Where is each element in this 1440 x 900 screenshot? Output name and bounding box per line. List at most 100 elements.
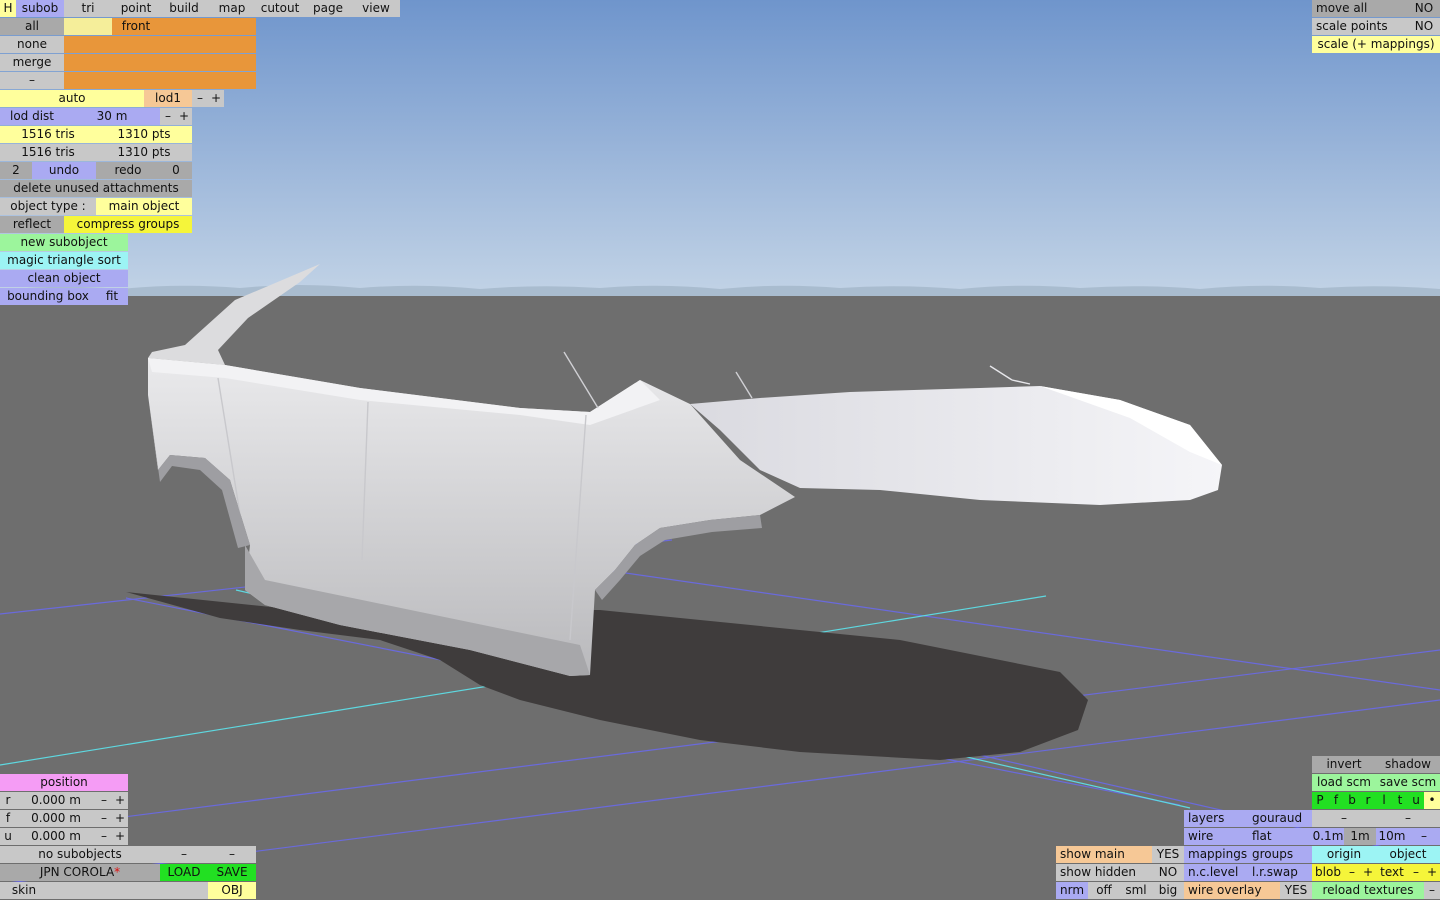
invert-button[interactable]: invert xyxy=(1312,756,1376,773)
help-button[interactable]: H xyxy=(0,0,16,17)
layers-button[interactable]: layers xyxy=(1184,810,1248,827)
scale-points-value[interactable]: NO xyxy=(1408,18,1440,35)
subobject-slot[interactable] xyxy=(208,18,256,35)
undo-button[interactable]: undo xyxy=(32,162,96,179)
grid-1m-button[interactable]: 1m xyxy=(1344,828,1376,845)
view-back-button[interactable]: b xyxy=(1344,792,1360,809)
position-f-plus[interactable]: + xyxy=(112,810,128,827)
lod-plus-button[interactable]: + xyxy=(208,90,224,107)
select-all-button[interactable]: all xyxy=(0,18,64,35)
position-u-plus[interactable]: + xyxy=(112,828,128,845)
tab-map[interactable]: map xyxy=(208,0,256,17)
select-none-button[interactable]: none xyxy=(0,36,64,53)
grid-minus-button[interactable]: – xyxy=(1408,828,1440,845)
tab-tri[interactable]: tri xyxy=(64,0,112,17)
wire-overlay-toggle[interactable]: wire overlay xyxy=(1184,882,1280,899)
skin-button[interactable]: skin xyxy=(0,882,48,899)
subobject-slot[interactable] xyxy=(208,36,256,53)
view-right-button[interactable]: r xyxy=(1360,792,1376,809)
position-r-minus[interactable]: – xyxy=(96,792,112,809)
move-all-value[interactable]: NO xyxy=(1408,0,1440,17)
subobject-next-button[interactable]: – xyxy=(208,846,256,863)
wire-overlay-value[interactable]: YES xyxy=(1280,882,1312,899)
tab-build[interactable]: build xyxy=(160,0,208,17)
tab-subob[interactable]: subob xyxy=(16,0,64,17)
size-off-button[interactable]: off xyxy=(1088,882,1120,899)
subobject-prev-button[interactable]: – xyxy=(160,846,208,863)
view-top-button[interactable]: t xyxy=(1392,792,1408,809)
view-front-button[interactable]: f xyxy=(1328,792,1344,809)
reload-textures-button[interactable]: reload textures xyxy=(1312,882,1424,899)
move-all-toggle[interactable]: move all xyxy=(1312,0,1408,17)
flat-button[interactable]: flat xyxy=(1248,828,1312,845)
position-u-minus[interactable]: – xyxy=(96,828,112,845)
subobject-slot[interactable] xyxy=(160,54,208,71)
position-f-minus[interactable]: – xyxy=(96,810,112,827)
view-left-button[interactable]: l xyxy=(1376,792,1392,809)
size-big-button[interactable]: big xyxy=(1152,882,1184,899)
subobject-slot[interactable] xyxy=(64,72,112,89)
tab-point[interactable]: point xyxy=(112,0,160,17)
subobject-slot[interactable] xyxy=(160,36,208,53)
position-r-plus[interactable]: + xyxy=(112,792,128,809)
position-r-value[interactable]: 0.000 m xyxy=(16,792,96,809)
lr-swap-button[interactable]: l.r.swap xyxy=(1248,864,1312,881)
object-button[interactable]: object xyxy=(1376,846,1440,863)
dash-button[interactable]: – xyxy=(0,72,64,89)
size-sml-button[interactable]: sml xyxy=(1120,882,1152,899)
subobject-slot[interactable] xyxy=(160,18,208,35)
lod-level-selector[interactable]: lod1 xyxy=(144,90,192,107)
subobject-slot[interactable] xyxy=(208,54,256,71)
show-main-toggle[interactable]: show main xyxy=(1056,846,1152,863)
tab-view[interactable]: view xyxy=(352,0,400,17)
tab-page[interactable]: page xyxy=(304,0,352,17)
save-scm-button[interactable]: save scm xyxy=(1376,774,1440,791)
scale-points-toggle[interactable]: scale points xyxy=(1312,18,1408,35)
subobject-list[interactable]: no subobjects xyxy=(0,846,160,863)
reflect-button[interactable]: reflect xyxy=(0,216,64,233)
reload-minus-button[interactable]: – xyxy=(1424,882,1440,899)
gouraud-button[interactable]: gouraud xyxy=(1248,810,1312,827)
clean-object-button[interactable]: clean object xyxy=(0,270,128,287)
merge-button[interactable]: merge xyxy=(0,54,64,71)
subobject-slot[interactable] xyxy=(64,36,112,53)
scale-mappings-button[interactable]: scale (+ mappings) xyxy=(1312,36,1440,53)
fit-button[interactable]: fit xyxy=(96,288,128,305)
blob-plus-button[interactable]: + xyxy=(1360,864,1376,881)
subobject-slot[interactable] xyxy=(112,72,160,89)
lod-dist-plus-button[interactable]: + xyxy=(176,108,192,125)
subobject-slot[interactable] xyxy=(112,54,160,71)
position-u-value[interactable]: 0.000 m xyxy=(16,828,96,845)
obj-export-button[interactable]: OBJ xyxy=(208,882,256,899)
dash-a-button[interactable]: – xyxy=(1312,810,1376,827)
show-hidden-value[interactable]: NO xyxy=(1152,864,1184,881)
load-button[interactable]: LOAD xyxy=(160,864,208,881)
load-scm-button[interactable]: load scm xyxy=(1312,774,1376,791)
new-subobject-button[interactable]: new subobject xyxy=(0,234,128,251)
subobject-slot[interactable] xyxy=(160,72,208,89)
subobject-front[interactable]: front xyxy=(112,18,160,35)
lod-dist-minus-button[interactable]: – xyxy=(160,108,176,125)
nc-level-button[interactable]: n.c.level xyxy=(1184,864,1248,881)
text-minus-button[interactable]: – xyxy=(1408,864,1424,881)
file-name[interactable]: JPN COROLA* xyxy=(0,864,160,881)
compress-groups-button[interactable]: compress groups xyxy=(64,216,192,233)
blob-button[interactable]: blob xyxy=(1312,864,1344,881)
wire-button[interactable]: wire xyxy=(1184,828,1248,845)
lod-dist-value[interactable]: 30 m xyxy=(64,108,160,125)
blob-minus-button[interactable]: – xyxy=(1344,864,1360,881)
delete-unused-attachments-button[interactable]: delete unused attachments xyxy=(0,180,192,197)
view-under-button[interactable]: u xyxy=(1408,792,1424,809)
skin-selector[interactable] xyxy=(48,882,208,899)
dash-b-button[interactable]: – xyxy=(1376,810,1440,827)
bounding-box-button[interactable]: bounding box xyxy=(0,288,96,305)
magic-triangle-sort-button[interactable]: magic triangle sort xyxy=(0,252,128,269)
grid-0-1m-button[interactable]: 0.1m xyxy=(1312,828,1344,845)
shadow-button[interactable]: shadow xyxy=(1376,756,1440,773)
text-plus-button[interactable]: + xyxy=(1424,864,1440,881)
object-type-selector[interactable]: main object xyxy=(96,198,192,215)
mappings-button[interactable]: mappings xyxy=(1184,846,1248,863)
size-nrm-button[interactable]: nrm xyxy=(1056,882,1088,899)
lod-minus-button[interactable]: – xyxy=(192,90,208,107)
subobject-slot[interactable] xyxy=(208,72,256,89)
